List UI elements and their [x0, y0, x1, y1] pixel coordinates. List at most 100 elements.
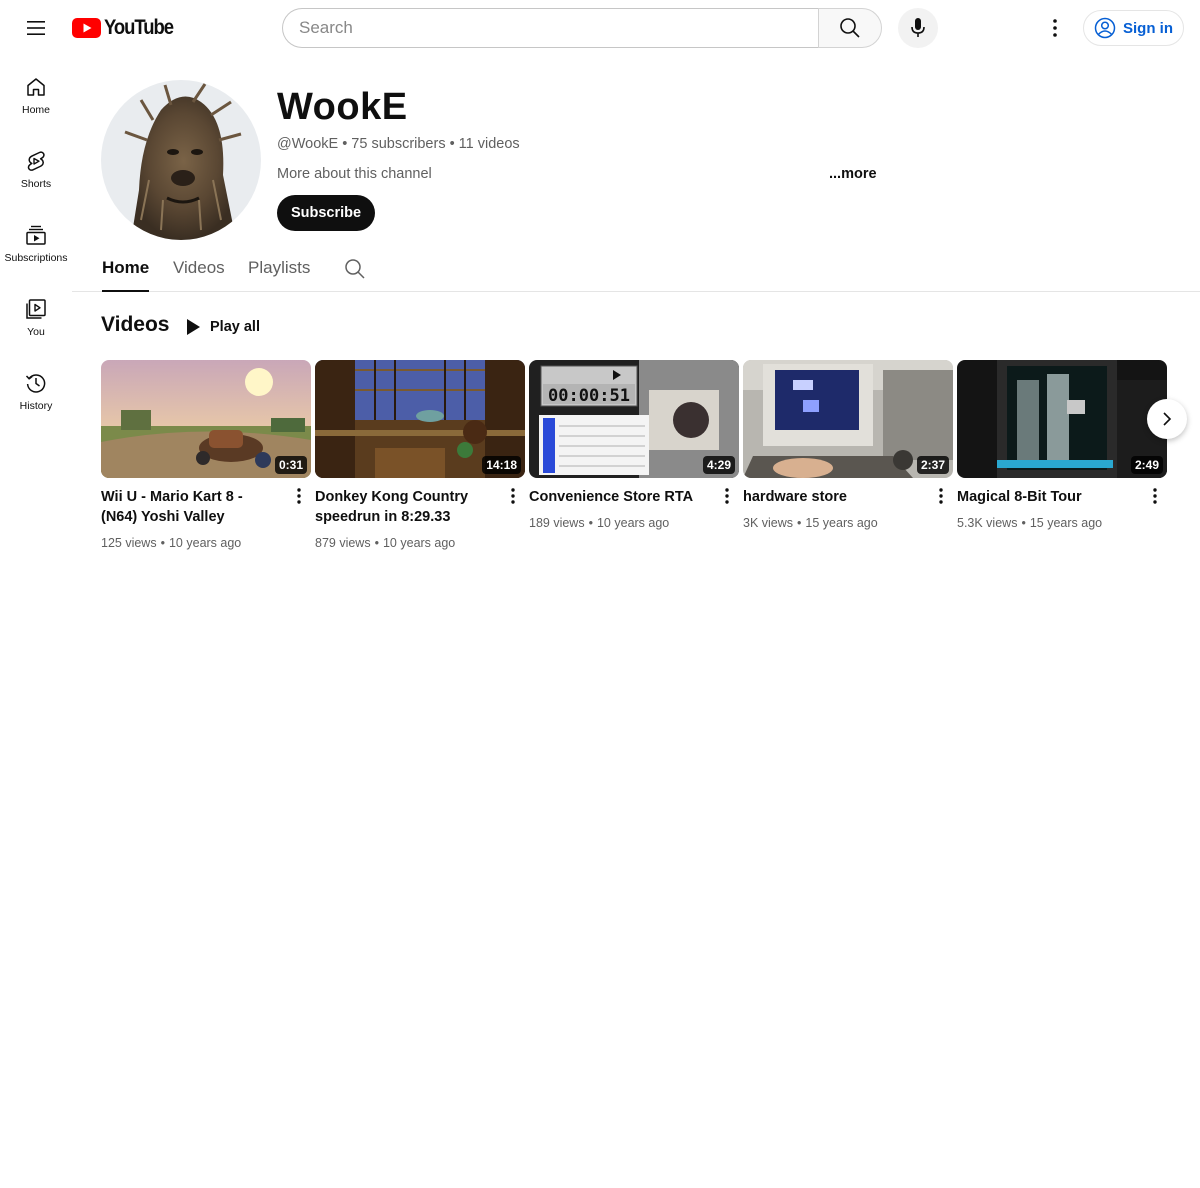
microphone-icon [911, 18, 925, 37]
video-card[interactable]: 0:31 Wii U - Mario Kart 8 - (N64) Yoshi … [101, 360, 311, 550]
hamburger-menu-icon [27, 21, 45, 35]
channel-handle: @WookE [277, 136, 339, 152]
video-card[interactable]: 2:49 Magical 8-Bit Tour 5.3K views • 15 ye… [957, 360, 1167, 530]
guide-label-shorts: Shorts [20, 178, 52, 190]
video-title[interactable]: hardware store [743, 487, 923, 507]
search-button[interactable] [818, 8, 882, 48]
video-age: 15 years ago [1029, 516, 1103, 530]
tab-playlists[interactable]: Playlists [248, 258, 310, 292]
video-title[interactable]: Convenience Store RTA [529, 487, 709, 507]
youtube-logo[interactable]: YouTube [72, 16, 182, 40]
meta-dot: • [374, 536, 379, 550]
video-card[interactable]: 14:18 Donkey Kong Country speedrun in 8:… [315, 360, 525, 550]
guide-item-subscriptions[interactable]: Subscriptions [0, 204, 72, 278]
more-vertical-icon [511, 488, 515, 504]
meta-separator: • [449, 136, 455, 152]
guide-label-you: You [27, 326, 45, 338]
channel-search-button[interactable] [344, 258, 366, 280]
sign-in-button[interactable]: Sign in [1083, 10, 1184, 46]
more-vertical-icon [1053, 19, 1057, 37]
tab-home[interactable]: Home [102, 258, 150, 292]
chevron-right-icon [1163, 412, 1172, 426]
guide-label-subscriptions: Subscriptions [4, 252, 68, 264]
video-title[interactable]: Wii U - Mario Kart 8 - (N64) Yoshi Valle… [101, 487, 281, 527]
video-age: 10 years ago [168, 536, 242, 550]
video-meta: 125 views • 10 years ago [101, 536, 241, 550]
settings-more-button[interactable] [1035, 8, 1075, 48]
video-views: 125 views [101, 536, 157, 550]
video-duration: 2:37 [916, 456, 949, 474]
video-menu-button[interactable] [287, 484, 311, 508]
video-thumbnail[interactable]: 0:31 [101, 360, 311, 478]
search-icon [345, 259, 365, 279]
video-thumbnail[interactable]: 00:00:51 4:29 [529, 360, 739, 478]
search-box[interactable] [282, 8, 819, 48]
play-all-button[interactable]: Play all [186, 315, 260, 339]
channel-name: WookE [277, 86, 408, 128]
meta-dot: • [1021, 516, 1026, 530]
video-card[interactable]: 00:00:51 4:29 Convenience Store RTA 189 … [529, 360, 739, 530]
channel-about[interactable]: More about this channel [277, 166, 432, 182]
shelf-next-button[interactable] [1147, 399, 1187, 439]
guide-item-home[interactable]: Home [0, 56, 72, 130]
more-vertical-icon [725, 488, 729, 504]
wookiee-avatar-image [101, 80, 261, 240]
guide-item-you[interactable]: You [0, 278, 72, 352]
more-vertical-icon [297, 488, 301, 504]
video-meta: 879 views • 10 years ago [315, 536, 455, 550]
meta-dot: • [797, 516, 802, 530]
video-menu-button[interactable] [501, 484, 525, 508]
video-age: 10 years ago [596, 516, 670, 530]
subscriber-count: 75 subscribers [351, 136, 446, 152]
meta-dot: • [160, 536, 165, 550]
tab-videos[interactable]: Videos [173, 258, 225, 292]
video-meta: 189 views • 10 years ago [529, 516, 669, 530]
home-icon [27, 78, 45, 96]
guide-item-shorts[interactable]: Shorts [0, 130, 72, 204]
video-meta: 5.3K views • 15 years ago [957, 516, 1102, 530]
video-age: 10 years ago [382, 536, 456, 550]
video-menu-button[interactable] [715, 484, 739, 508]
you-library-icon [26, 299, 46, 319]
meta-dot: • [588, 516, 593, 530]
video-views: 5.3K views [957, 516, 1018, 530]
video-duration: 2:49 [1130, 456, 1163, 474]
video-duration: 4:29 [702, 456, 735, 474]
voice-search-button[interactable] [898, 8, 938, 48]
play-all-label: Play all [210, 319, 260, 335]
channel-tabs: Home Videos Playlists [72, 248, 1200, 292]
masthead: YouTube Sign in [0, 0, 1200, 56]
video-thumbnail[interactable]: 2:37 [743, 360, 953, 478]
more-vertical-icon [939, 488, 943, 504]
search-icon [840, 18, 860, 38]
video-card[interactable]: 2:37 hardware store 3K views • 15 years ag… [743, 360, 953, 530]
video-count: 11 videos [458, 136, 520, 152]
video-thumbnail[interactable]: 14:18 [315, 360, 525, 478]
account-circle-icon [1094, 17, 1116, 39]
guide-label-home: Home [21, 104, 50, 116]
video-age: 15 years ago [805, 516, 878, 530]
video-views: 879 views [315, 536, 371, 550]
video-views: 3K views [743, 516, 794, 530]
thumbnail-timer-text: 00:00:51 [548, 386, 630, 406]
guide-menu-button[interactable] [16, 8, 56, 48]
logo-wordmark: YouTube [104, 16, 174, 39]
video-menu-button[interactable] [1143, 484, 1167, 508]
video-menu-button[interactable] [929, 484, 953, 508]
video-title[interactable]: Donkey Kong Country speedrun in 8:29.33 [315, 487, 495, 527]
guide-label-history: History [19, 400, 53, 412]
search-input[interactable] [299, 18, 819, 38]
mini-guide: Home Shorts Subscriptions You History [0, 56, 72, 426]
meta-separator: • [342, 136, 348, 152]
shelf-title[interactable]: Videos [101, 313, 169, 337]
youtube-play-logo-icon [72, 18, 101, 38]
video-thumbnail[interactable]: 2:49 [957, 360, 1167, 478]
subscribe-button[interactable]: Subscribe [277, 195, 375, 231]
video-title[interactable]: Magical 8-Bit Tour [957, 487, 1137, 507]
video-duration: 0:31 [274, 456, 307, 474]
shorts-icon [27, 151, 45, 171]
guide-item-history[interactable]: History [0, 352, 72, 426]
more-vertical-icon [1153, 488, 1157, 504]
more-about-link[interactable]: ...more [829, 166, 877, 182]
channel-meta: @WookE • 75 subscribers • 11 videos [277, 136, 520, 152]
